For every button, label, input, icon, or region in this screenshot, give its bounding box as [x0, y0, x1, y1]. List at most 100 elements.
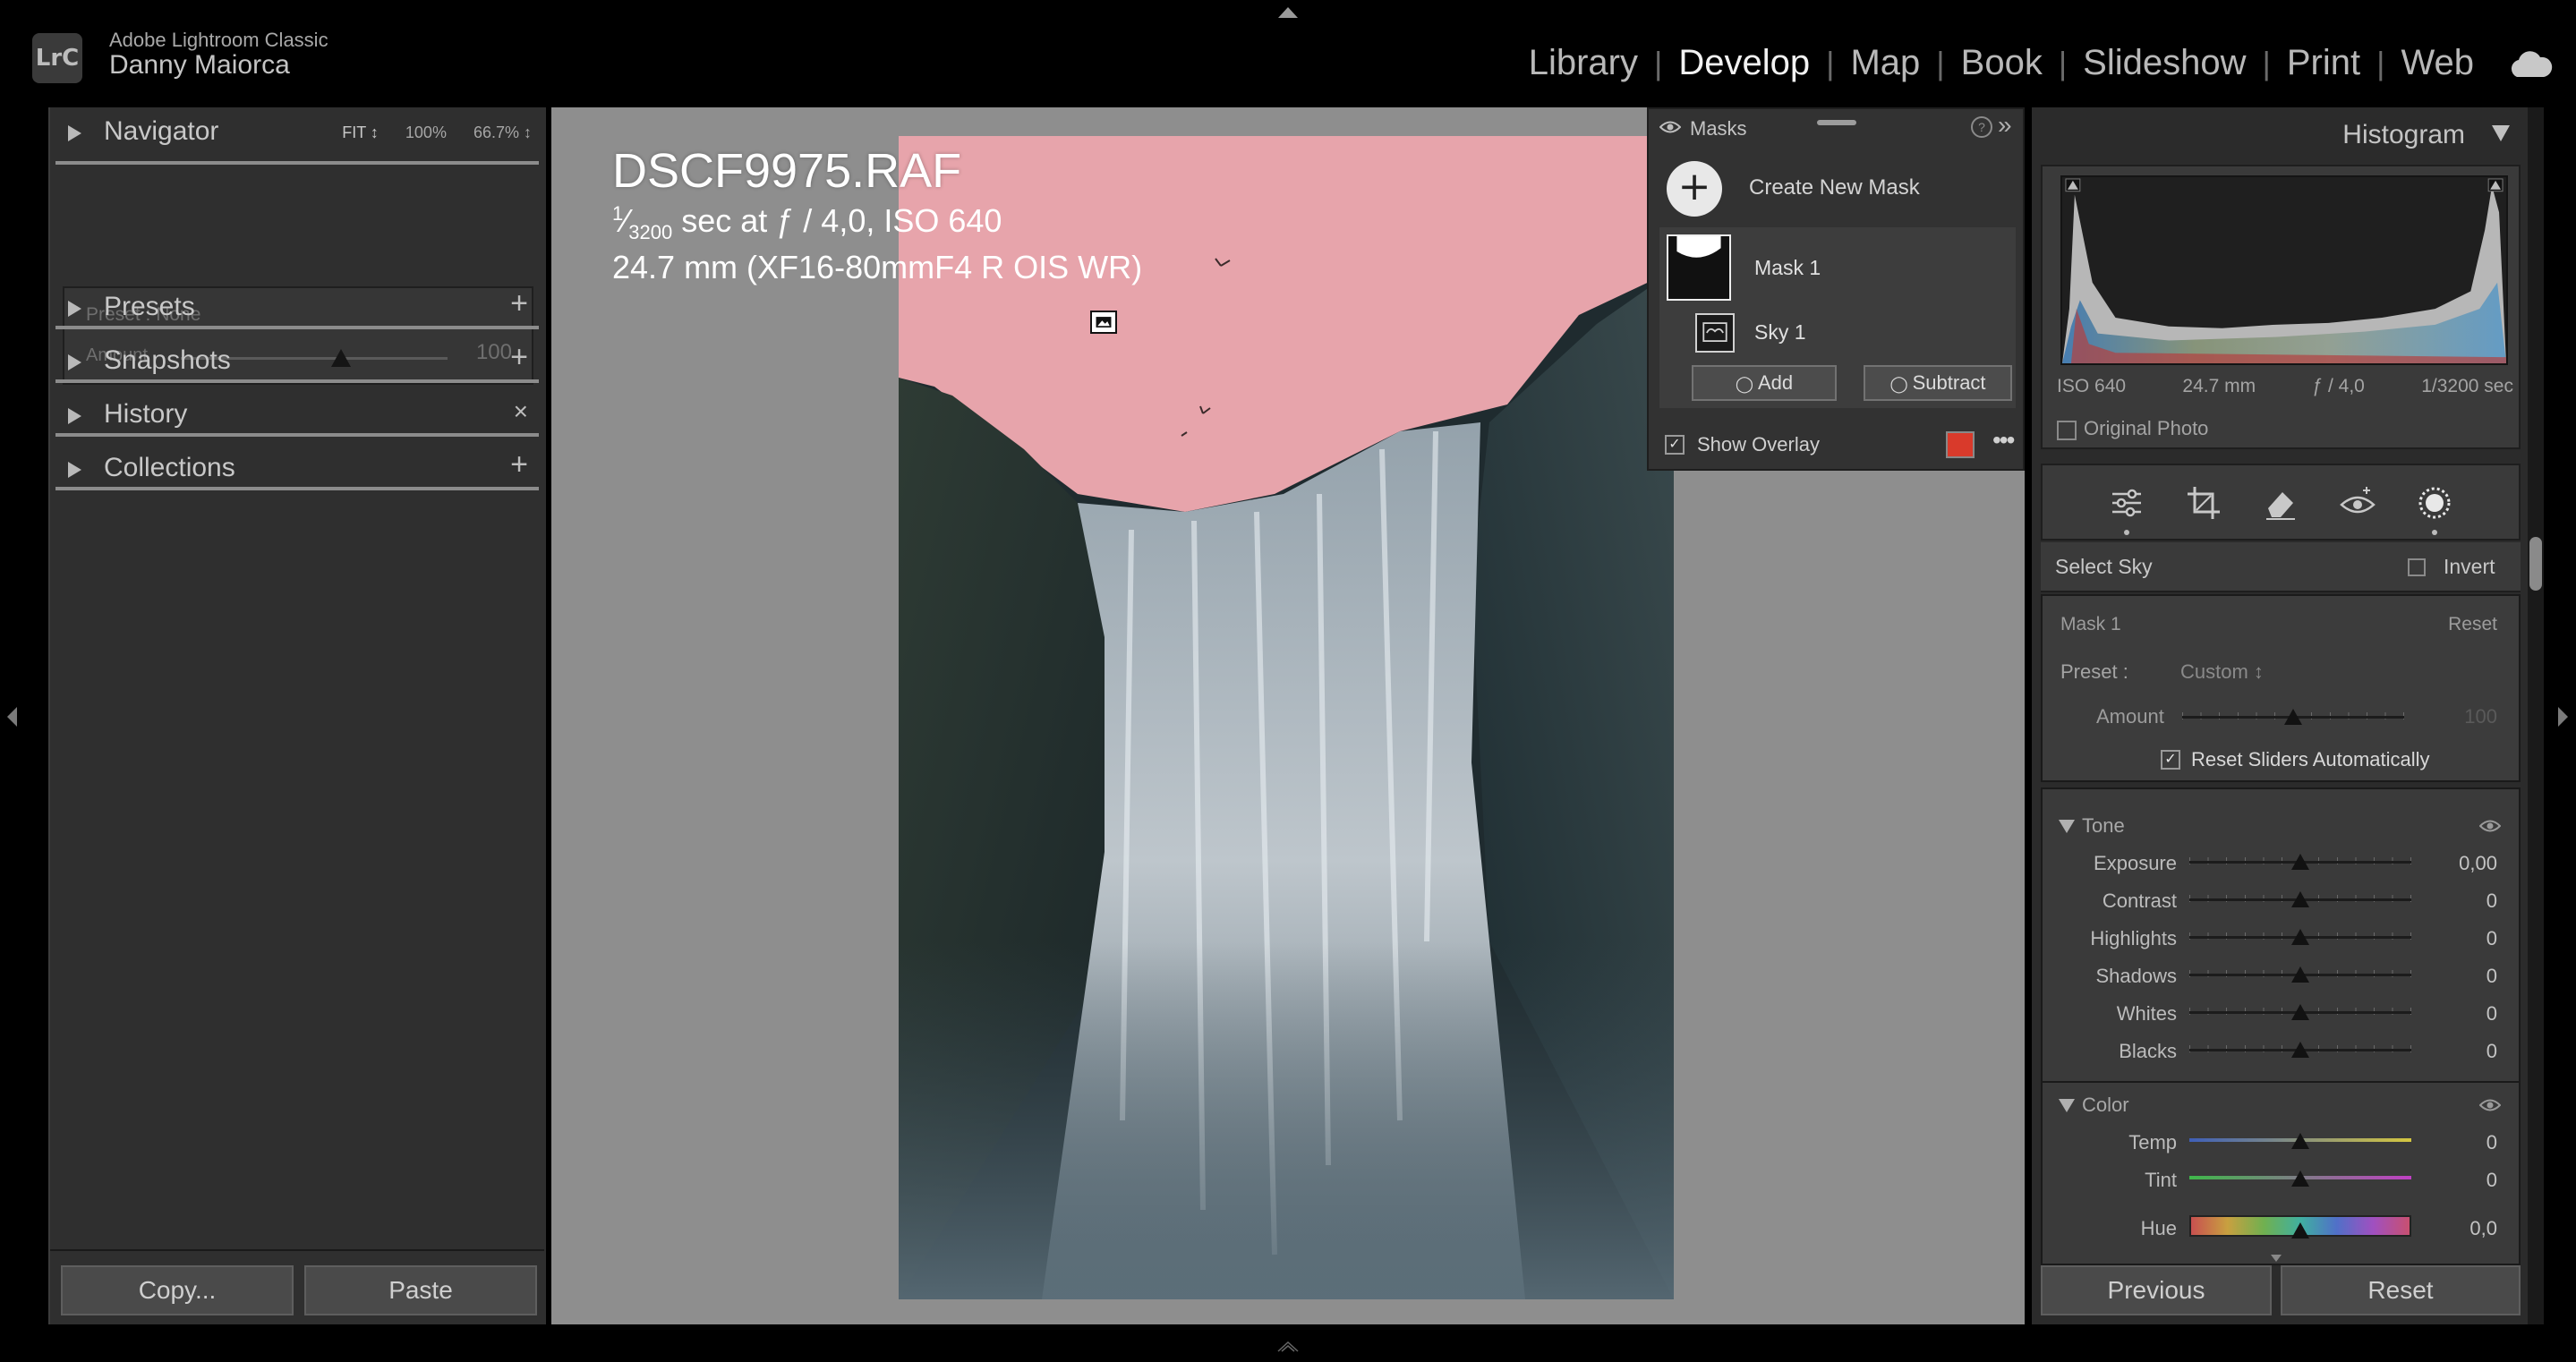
- hue-slider-thumb[interactable]: [2291, 1222, 2309, 1239]
- histogram-title[interactable]: Histogram: [2342, 120, 2465, 150]
- hue-value[interactable]: 0,0: [2469, 1217, 2497, 1240]
- exposure-slider-thumb[interactable]: [2291, 854, 2309, 870]
- collapse-panel-icon[interactable]: »: [1998, 111, 2012, 140]
- tool-indicator: [2432, 530, 2437, 535]
- histogram-aperture: ƒ / 4,0: [2312, 376, 2365, 396]
- subtract-mask-button[interactable]: ◯ Subtract: [1864, 365, 2012, 401]
- exposure-numerator: 1: [612, 202, 624, 225]
- copy-button[interactable]: Copy...: [61, 1265, 294, 1315]
- exposure-value[interactable]: 0,00: [2459, 852, 2497, 875]
- module-separator: |: [1653, 44, 1663, 81]
- module-book[interactable]: Book: [1950, 43, 2053, 83]
- adjustments-box: Tone Exposure 0,00 Contrast 0 Highlights…: [2041, 787, 2521, 1265]
- crop-icon[interactable]: [2186, 485, 2222, 521]
- heal-eraser-icon[interactable]: [2263, 485, 2299, 521]
- module-print[interactable]: Print: [2276, 43, 2371, 83]
- top-panel-toggle-icon[interactable]: [1278, 7, 1298, 18]
- masks-header[interactable]: Masks ? »: [1649, 109, 2023, 147]
- help-icon[interactable]: ?: [1971, 116, 1992, 138]
- shadows-value[interactable]: 0: [2486, 965, 2497, 988]
- highlights-value[interactable]: 0: [2486, 927, 2497, 950]
- eye-icon[interactable]: [2479, 1097, 2501, 1113]
- create-mask-button[interactable]: +: [1667, 161, 1722, 217]
- tint-value[interactable]: 0: [2486, 1169, 2497, 1192]
- reset-button[interactable]: Reset: [2281, 1265, 2521, 1315]
- collapse-triangle-icon[interactable]: [2492, 125, 2510, 141]
- highlights-slider-thumb[interactable]: [2291, 929, 2309, 945]
- mask-pin-icon[interactable]: [1090, 311, 1117, 334]
- overlay-color-swatch[interactable]: [1946, 431, 1975, 458]
- mask-component-name[interactable]: Sky 1: [1754, 320, 1806, 345]
- module-web[interactable]: Web: [2390, 43, 2485, 83]
- filmstrip-toggle-icon[interactable]: [1275, 1341, 1301, 1353]
- shadows-slider-thumb[interactable]: [2291, 966, 2309, 983]
- mask-reset-link[interactable]: Reset: [2448, 614, 2497, 635]
- zoom-667-option[interactable]: 66.7% ↕: [473, 123, 532, 142]
- eye-icon[interactable]: [1659, 119, 1681, 135]
- tool-indicator: [2124, 530, 2129, 535]
- navigator-header[interactable]: Navigator FIT ↕ 100% 66.7% ↕: [50, 107, 544, 157]
- masking-icon[interactable]: [2417, 485, 2452, 521]
- more-options-icon[interactable]: •••: [1992, 426, 2015, 455]
- invert-label[interactable]: Invert: [2444, 555, 2495, 579]
- mask-thumbnail[interactable]: [1667, 234, 1731, 301]
- show-overlay-checkbox[interactable]: ✓: [1665, 435, 1685, 455]
- blacks-value[interactable]: 0: [2486, 1040, 2497, 1063]
- contrast-value[interactable]: 0: [2486, 890, 2497, 913]
- module-library[interactable]: Library: [1518, 43, 1649, 83]
- color-collapse-icon[interactable]: [2059, 1099, 2075, 1112]
- blacks-slider-thumb[interactable]: [2291, 1042, 2309, 1058]
- add-collection-icon[interactable]: +: [510, 447, 528, 482]
- paste-button[interactable]: Paste: [304, 1265, 537, 1315]
- left-panel-toggle-icon[interactable]: [7, 707, 17, 727]
- add-preset-icon[interactable]: +: [510, 286, 528, 321]
- original-photo-checkbox[interactable]: [2057, 421, 2077, 440]
- add-mask-button[interactable]: ◯ Add: [1692, 365, 1837, 401]
- right-panel-scrollbar-thumb[interactable]: [2529, 537, 2542, 591]
- temp-value[interactable]: 0: [2486, 1131, 2497, 1154]
- add-snapshot-icon[interactable]: +: [510, 340, 528, 375]
- show-overlay-label[interactable]: Show Overlay: [1697, 433, 1820, 456]
- tint-slider-thumb[interactable]: [2291, 1170, 2309, 1187]
- module-separator: |: [2262, 44, 2271, 81]
- original-photo-label[interactable]: Original Photo: [2084, 417, 2208, 440]
- reset-sliders-checkbox[interactable]: ✓: [2161, 750, 2180, 770]
- photo-waterfall[interactable]: [899, 136, 1674, 1299]
- right-panel-scrollbar-track[interactable]: [2528, 107, 2544, 1324]
- module-map[interactable]: Map: [1839, 43, 1931, 83]
- tone-section-title[interactable]: Tone: [2082, 814, 2125, 838]
- create-mask-label[interactable]: Create New Mask: [1749, 175, 1920, 200]
- edit-sliders-icon[interactable]: [2109, 485, 2145, 521]
- expand-triangle-icon: [68, 462, 81, 478]
- whites-value[interactable]: 0: [2486, 1002, 2497, 1026]
- invert-checkbox[interactable]: [2408, 558, 2426, 576]
- reset-sliders-label[interactable]: Reset Sliders Automatically: [2191, 748, 2430, 771]
- sky-icon[interactable]: [1695, 313, 1735, 353]
- temp-slider-thumb[interactable]: [2291, 1133, 2309, 1149]
- red-eye-icon[interactable]: [2340, 485, 2376, 521]
- photo-filename: DSCF9975.RAF: [612, 144, 962, 198]
- previous-button[interactable]: Previous: [2041, 1265, 2272, 1315]
- panel-divider: [50, 1249, 544, 1251]
- photo-lens-info: 24.7 mm (XF16-80mmF4 R OIS WR): [612, 249, 1143, 285]
- cloud-icon[interactable]: [2506, 47, 2553, 82]
- mask-settings-box: Mask 1 Reset Preset : Custom ↕ Amount 10…: [2041, 594, 2521, 782]
- zoom-100-option[interactable]: 100%: [405, 123, 447, 142]
- eye-icon[interactable]: [2479, 818, 2501, 834]
- scroll-down-icon[interactable]: [2271, 1255, 2282, 1262]
- drag-handle[interactable]: [1817, 120, 1856, 125]
- contrast-slider-thumb[interactable]: [2291, 891, 2309, 907]
- zoom-fit-option[interactable]: FIT ↕: [342, 123, 379, 142]
- mask-name[interactable]: Mask 1: [1754, 256, 1821, 280]
- module-slideshow[interactable]: Slideshow: [2072, 43, 2256, 83]
- whites-slider-thumb[interactable]: [2291, 1004, 2309, 1020]
- module-develop[interactable]: Develop: [1668, 43, 1821, 83]
- color-section-title[interactable]: Color: [2082, 1094, 2129, 1117]
- right-panel-toggle-icon[interactable]: [2558, 707, 2568, 727]
- histogram-graph[interactable]: [2060, 175, 2508, 365]
- mask-preset-select[interactable]: Custom ↕: [2180, 660, 2264, 684]
- mask-amount-slider-thumb[interactable]: [2284, 709, 2302, 725]
- clear-history-icon[interactable]: ×: [514, 397, 528, 426]
- tone-collapse-icon[interactable]: [2059, 820, 2075, 833]
- history-label: History: [104, 399, 188, 429]
